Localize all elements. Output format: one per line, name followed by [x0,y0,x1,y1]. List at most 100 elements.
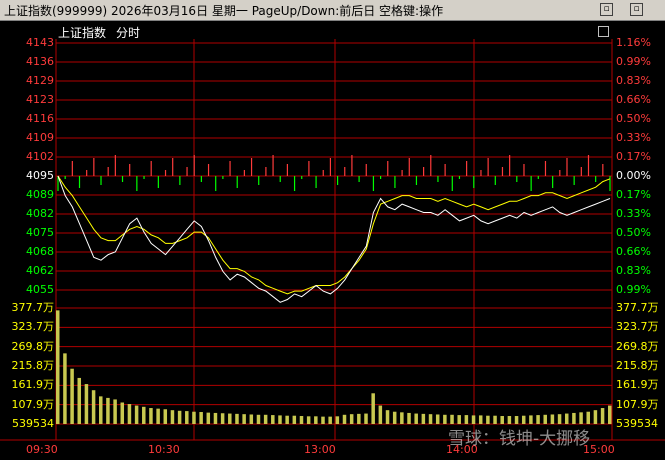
volume-bar [521,415,526,424]
volume-bar [56,310,60,424]
volume-bar [400,412,404,424]
volume-tick-label: 107.9万 [11,397,55,411]
volume-bar [142,406,146,424]
volume-bar [464,415,469,424]
intraday-chart [0,39,665,441]
volume-bar [299,416,304,424]
volume-bar [579,412,583,424]
volume-bar [134,405,139,424]
volume-bar [457,415,461,424]
watermark: 雪球：钱坤-大挪移 [448,429,591,449]
percent-tick-label: 0.33% [616,131,651,144]
volume-bar [478,415,483,424]
volume-tick-label: 269.8万 [11,339,55,353]
percent-tick-label: 0.00% [616,169,651,182]
volume-bar [564,413,569,424]
percent-tick-label: 0.50% [616,112,651,125]
volume-bar [113,399,117,424]
chart-header: 上证指数 分时 [58,24,140,41]
index-name: 上证指数 [58,26,107,40]
volume-bar [586,411,590,424]
volume-bar [177,410,182,424]
price-tick-label: 4062 [26,264,54,277]
volume-tick-label: 215.8万 [11,359,55,372]
volume-tick-label-right: 215.8万 [616,359,659,372]
volume-bar [550,414,555,424]
volume-tick-label: 161.9万 [11,378,55,392]
volume-bar [285,415,289,424]
volume-bar [443,414,447,424]
volume-bar [514,416,519,424]
price-tick-label: 4102 [26,150,54,163]
volume-bar [335,416,340,424]
percent-tick-label: 0.17% [616,188,651,201]
period-label[interactable]: 分时 [116,26,140,40]
volume-bar [77,377,82,424]
time-tick-label: 13:00 [304,443,336,456]
volume-bar [242,414,246,424]
volume-bar [314,416,318,424]
percent-tick-label: 1.16% [616,36,651,49]
percent-tick-label: 0.83% [616,264,651,277]
volume-bar [306,416,311,424]
price-tick-label: 4109 [26,131,54,144]
volume-tick-label: 323.7万 [11,320,55,334]
volume-bar [593,410,598,424]
volume-bar [407,412,411,424]
price-tick-label: 4082 [26,207,54,220]
volume-bar [572,412,576,424]
volume-tick-label-right: 107.9万 [616,397,659,411]
volume-bar [256,414,261,424]
price-tick-label: 4055 [26,283,54,296]
price-tick-label: 4136 [26,55,54,68]
price-tick-label: 4068 [26,245,54,258]
volume-bar [428,414,433,424]
volume-bar [500,416,504,424]
price-tick-label: 4143 [26,36,54,49]
volume-bar [185,411,189,424]
percent-tick-label: 0.33% [616,207,651,220]
time-tick-label: 10:30 [148,443,180,456]
volume-bar [414,413,418,424]
volume-bar [228,413,232,424]
volume-tick-label: 377.7万 [11,301,55,314]
panel-toggle-icon[interactable] [598,26,609,37]
volume-bar [278,415,282,424]
volume-bar [235,413,239,424]
volume-bar [263,414,268,424]
volume-bar [127,404,132,424]
volume-tick-label-right: 269.8万 [616,339,659,353]
volume-bar [220,413,225,424]
volume-bar [106,397,110,424]
volume-bar [199,412,203,424]
volume-bar [271,415,275,424]
volume-bar [342,414,347,424]
volume-bar [170,410,175,424]
percent-tick-label: 0.99% [616,283,651,296]
price-tick-label: 4116 [26,112,54,125]
volume-bar [156,408,160,424]
volume-bar [371,393,375,424]
volume-bar [421,413,426,424]
percent-tick-label: 0.50% [616,226,651,239]
volume-bar [364,413,368,424]
percent-tick-label: 0.66% [616,93,651,106]
volume-bar [385,410,390,424]
time-tick-label: 09:30 [26,443,58,456]
price-tick-label: 4129 [26,74,54,87]
volume-bar [471,415,476,424]
volume-tick-label-right: 539534 [616,417,658,430]
volume-bar [392,411,397,424]
volume-bar [608,405,612,424]
price-tick-label: 4123 [26,93,54,106]
volume-bar [529,415,533,424]
percent-tick-label: 0.66% [616,245,651,258]
price-tick-label: 4095 [26,169,54,182]
volume-bar [149,408,153,424]
price-tick-label: 4075 [26,226,54,239]
volume-bar [99,396,103,424]
volume-bar [435,414,440,424]
volume-bar [357,413,361,424]
volume-bar [192,411,196,424]
volume-tick-label-right: 161.9万 [616,378,659,392]
